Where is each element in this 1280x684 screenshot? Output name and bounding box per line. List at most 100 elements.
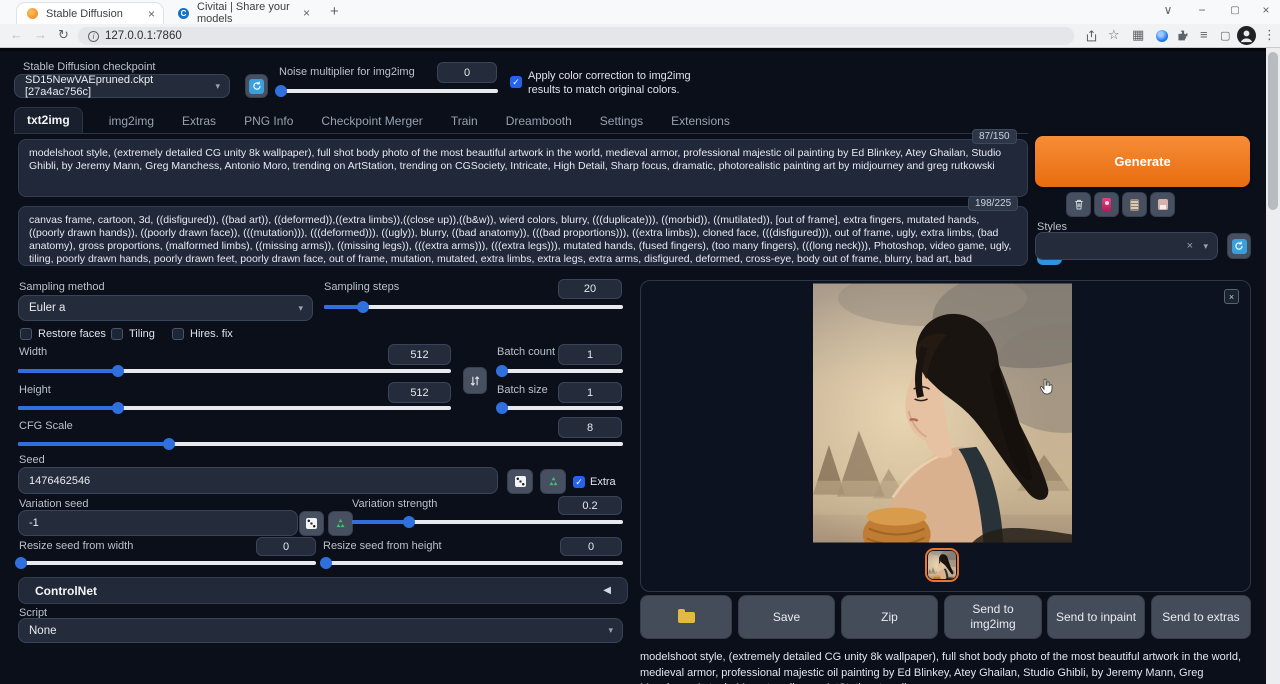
styles-dropdown[interactable]: × ▾ [1035,232,1218,260]
batch-count-value[interactable]: 1 [558,344,622,365]
gallery-thumbnail-selected[interactable] [925,548,959,582]
apply-styles-button[interactable] [1122,192,1147,217]
zip-button[interactable]: Zip [841,595,938,639]
browser-tab-civitai[interactable]: C Civitai | Share your models × [168,2,318,24]
generated-image[interactable] [813,283,1072,543]
reuse-seed-button[interactable] [540,469,566,494]
resize-seed-width-slider[interactable] [18,557,316,569]
tab-checkpoint-merger[interactable]: Checkpoint Merger [319,109,424,133]
tab-close-icon[interactable]: × [148,7,155,21]
styles-refresh-button[interactable] [1227,233,1251,259]
width-value[interactable]: 512 [388,344,451,365]
seed-label: Seed [19,454,45,466]
swap-width-height-button[interactable] [463,367,487,394]
color-correction-checkbox[interactable]: ✓ [510,76,522,88]
batch-size-slider[interactable] [497,402,623,414]
chevron-down-icon: ▾ [215,81,220,92]
url-bar[interactable]: i 127.0.0.1:7860 [78,27,1074,45]
tab-extensions[interactable]: Extensions [669,109,732,133]
controlnet-accordion[interactable]: ControlNet ◀ [18,577,628,604]
tab-img2img[interactable]: img2img [107,109,156,133]
noise-multiplier-slider[interactable] [281,85,498,97]
window-close-button[interactable]: × [1256,3,1276,17]
tiling-checkbox[interactable] [111,328,123,340]
reuse-variation-seed-button[interactable] [328,511,353,536]
random-seed-button[interactable] [507,469,533,494]
scrollbar-thumb[interactable] [1268,52,1278,210]
browser-tab-stable-diffusion[interactable]: Stable Diffusion × [16,2,164,24]
new-tab-button[interactable]: + [330,3,339,20]
variation-strength-slider[interactable] [352,516,623,528]
extension-blue-dot-icon[interactable] [1156,30,1168,42]
resize-seed-width-value[interactable]: 0 [256,537,316,556]
window-minimize-button[interactable]: − [1192,3,1212,17]
extension-grid-icon[interactable]: ▦ [1132,27,1144,43]
site-info-icon[interactable]: i [88,31,99,42]
height-slider[interactable] [18,402,451,414]
refresh-icon [1232,239,1247,254]
random-variation-seed-button[interactable] [299,511,324,536]
clear-prompt-button[interactable] [1066,192,1091,217]
tab-extras[interactable]: Extras [180,109,218,133]
restore-faces-checkbox[interactable] [20,328,32,340]
tab-close-icon[interactable]: × [303,6,310,20]
extensions-puzzle-icon[interactable] [1176,29,1189,45]
url-text: 127.0.0.1:7860 [105,30,182,42]
variation-seed-input[interactable]: -1 [18,510,298,536]
checkpoint-refresh-button[interactable] [245,74,268,98]
share-icon[interactable] [1085,29,1098,46]
hires-fix-label: Hires. fix [190,328,233,340]
save-style-button[interactable] [1150,192,1175,217]
hires-fix-checkbox[interactable] [172,328,184,340]
tab-settings[interactable]: Settings [598,109,645,133]
sampling-steps-value[interactable]: 20 [558,279,622,299]
variation-strength-value[interactable]: 0.2 [558,496,622,515]
sampling-method-dropdown[interactable]: Euler a ▾ [18,295,313,321]
window-menu-icon[interactable]: ∨ [1158,3,1178,17]
tab-png-info[interactable]: PNG Info [242,109,295,133]
width-label: Width [19,346,47,358]
batch-size-label: Batch size [497,384,548,396]
extra-networks-button[interactable] [1094,192,1119,217]
open-folder-button[interactable] [640,595,732,639]
tab-train[interactable]: Train [449,109,480,133]
checkpoint-dropdown[interactable]: SD15NewVAEpruned.ckpt [27a4ac756c] ▾ [14,74,230,98]
profile-avatar[interactable] [1237,26,1256,50]
send-to-img2img-button[interactable]: Send to img2img [944,595,1042,639]
tab-dreambooth[interactable]: Dreambooth [504,109,574,133]
window-maximize-button[interactable]: ▢ [1225,5,1245,16]
reading-list-icon[interactable]: ≡ [1200,27,1208,42]
send-to-extras-button[interactable]: Send to extras [1151,595,1251,639]
resize-seed-height-slider[interactable] [323,557,623,569]
close-gallery-button[interactable]: × [1224,289,1239,304]
browser-tab-title: Civitai | Share your models [197,1,303,25]
script-dropdown[interactable]: None ▾ [18,618,623,643]
height-value[interactable]: 512 [388,382,451,403]
sampling-steps-slider[interactable] [324,301,623,313]
batch-size-value[interactable]: 1 [558,382,622,403]
noise-multiplier-value[interactable]: 0 [437,62,497,83]
reload-icon[interactable]: ↻ [58,27,69,43]
hand-cursor [1038,378,1054,396]
forward-icon[interactable]: → [34,27,47,42]
trash-icon [1073,198,1085,211]
batch-count-slider[interactable] [497,365,623,377]
generate-button[interactable]: Generate [1035,136,1250,187]
extra-seed-checkbox[interactable]: ✓ [573,476,585,488]
bookmark-star-icon[interactable]: ☆ [1108,27,1120,43]
negative-prompt-input[interactable]: canvas frame, cartoon, 3d, ((disfigured)… [18,206,1028,266]
tab-txt2img[interactable]: txt2img [14,107,83,133]
chevron-down-icon: ▾ [298,303,303,314]
back-icon[interactable]: ← [10,27,23,42]
cfg-scale-value[interactable]: 8 [558,417,622,438]
resize-seed-height-value[interactable]: 0 [560,537,622,556]
seed-input[interactable]: 1476462546 [18,467,498,494]
browser-menu-icon[interactable]: ⋮ [1263,27,1276,43]
send-to-inpaint-button[interactable]: Send to inpaint [1047,595,1145,639]
width-slider[interactable] [18,365,451,377]
prompt-input[interactable]: modelshoot style, (extremely detailed CG… [18,139,1028,197]
clear-styles-icon[interactable]: × [1187,240,1193,252]
save-button[interactable]: Save [738,595,835,639]
cfg-scale-slider[interactable] [18,438,623,450]
tab-group-icon[interactable]: ▢ [1220,29,1230,42]
